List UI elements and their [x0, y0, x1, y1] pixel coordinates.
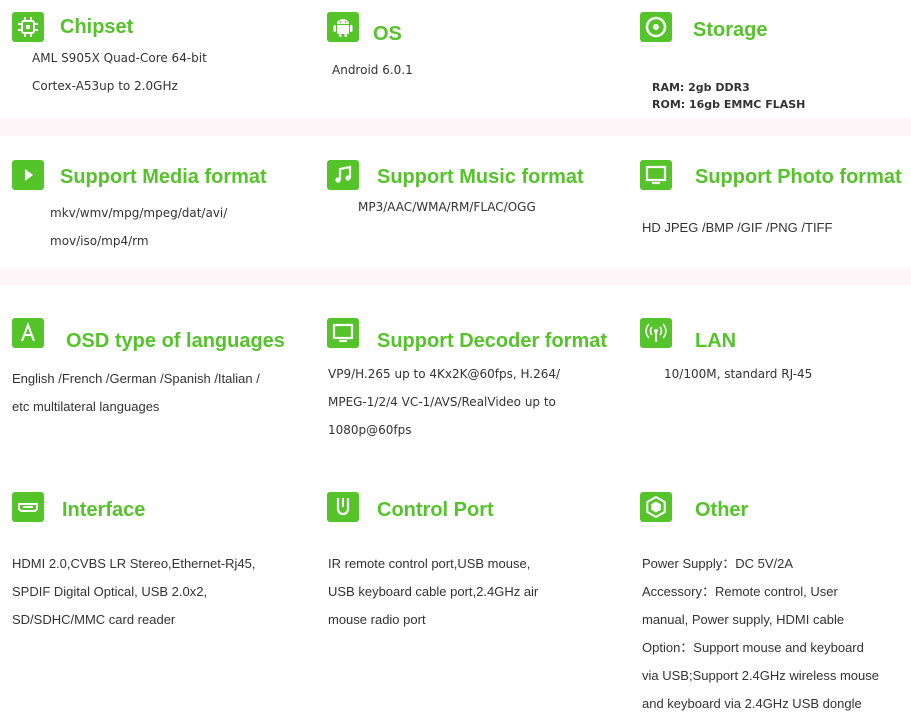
feature-title: Other — [695, 499, 749, 521]
feature-description: HDMI 2.0,CVBS LR Stereo,Ethernet-Rj45, S… — [12, 556, 256, 627]
feature-description: MP3/AAC/WMA/RM/FLAC/OGG — [358, 200, 536, 214]
disc-icon — [640, 12, 672, 42]
hexagon-icon — [640, 492, 672, 522]
feature-title: Support Media format — [60, 166, 267, 188]
feature-title: Chipset — [60, 16, 134, 38]
hdmi-port-icon — [12, 492, 44, 522]
music-note-icon — [327, 160, 359, 190]
feature-title: Interface — [62, 499, 146, 521]
feature-description: AML S905X Quad-Core 64-bit Cortex-A53up … — [32, 51, 207, 93]
feature-description: Power Supply：DC 5V/2A Accessory：Remote c… — [642, 556, 879, 711]
feature-title: LAN — [695, 330, 737, 352]
play-icon — [12, 160, 44, 190]
antenna-icon — [640, 318, 672, 348]
feature-title: OS — [373, 23, 402, 45]
letter-a-icon — [12, 318, 44, 348]
usb-port-icon — [327, 492, 359, 522]
feature-description: HD JPEG /BMP /GIF /PNG /TIFF — [642, 220, 833, 235]
feature-description: IR remote control port,USB mouse, USB ke… — [328, 556, 539, 627]
feature-title: Storage — [693, 19, 768, 41]
feature-title: Control Port — [377, 499, 494, 521]
monitor-icon — [327, 318, 359, 348]
feature-description: VP9/H.265 up to 4Kx2K@60fps, H.264/ MPEG… — [328, 367, 561, 437]
feature-title: Support Decoder format — [377, 330, 608, 352]
feature-description: mkv/wmv/mpg/mpeg/dat/avi/ mov/iso/mp4/rm — [50, 206, 228, 248]
feature-title: OSD type of languages — [66, 330, 285, 352]
android-icon — [327, 12, 359, 42]
chip-icon — [12, 12, 44, 42]
feature-description: Android 6.0.1 — [332, 63, 413, 77]
feature-description: RAM: 2gb DDR3 ROM: 16gb EMMC FLASH — [652, 81, 806, 111]
feature-description: English /French /German /Spanish /Italia… — [12, 371, 260, 414]
feature-description: 10/100M, standard RJ-45 — [664, 367, 813, 381]
monitor-icon — [640, 160, 672, 190]
feature-title: Support Music format — [377, 166, 584, 188]
feature-title: Support Photo format — [695, 166, 902, 188]
